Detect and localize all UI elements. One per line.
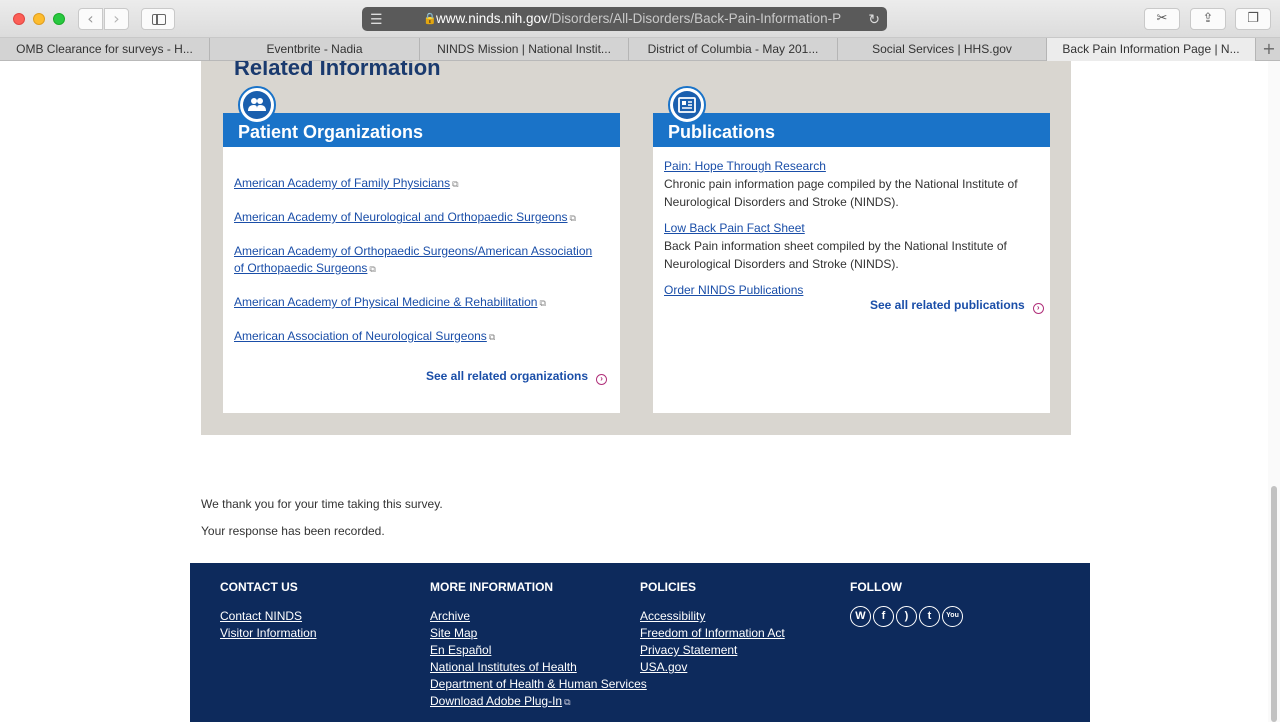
footer-link-usa-gov[interactable]: USA.gov	[640, 659, 785, 676]
external-link-icon: ⧉	[564, 697, 571, 707]
scrollbar-thumb[interactable]	[1271, 486, 1277, 722]
footer-policies-column: POLICIES Accessibility Freedom of Inform…	[640, 580, 785, 676]
footer-link-contact-ninds[interactable]: Contact NINDS	[220, 608, 317, 625]
site-footer: CONTACT US Contact NINDS Visitor Informa…	[190, 563, 1090, 722]
see-all-publications-link[interactable]: See all related publications ›	[870, 298, 1044, 314]
social-icons: W f ) t You	[850, 606, 963, 627]
external-link-icon: ⧉	[452, 179, 459, 189]
footer-link-accessibility[interactable]: Accessibility	[640, 608, 785, 625]
footer-link-en-espanol[interactable]: En Español	[430, 642, 647, 659]
survey-thanks-text: We thank you for your time taking this s…	[201, 497, 443, 511]
newspaper-icon	[668, 86, 706, 124]
tab-bar: OMB Clearance for surveys - H... Eventbr…	[0, 38, 1280, 61]
url-text: www.ninds.nih.gov/Disorders/All-Disorder…	[436, 7, 846, 31]
people-icon	[238, 86, 276, 124]
url-domain: www.ninds.nih.gov	[436, 11, 548, 26]
footer-link-site-map[interactable]: Site Map	[430, 625, 647, 642]
footer-link-nih[interactable]: National Institutes of Health	[430, 659, 647, 676]
org-link-neurological-surgeons[interactable]: American Association of Neurological Sur…	[234, 328, 604, 346]
org-link-physical-medicine[interactable]: American Academy of Physical Medicine & …	[234, 294, 604, 312]
footer-more-heading: MORE INFORMATION	[430, 580, 554, 594]
show-tabs-button[interactable]: ❐	[1235, 8, 1271, 30]
url-path: /Disorders/All-Disorders/Back-Pain-Infor…	[547, 11, 842, 26]
sidebar-toggle-button[interactable]	[141, 8, 175, 30]
publication-desc-low-back-pain: Back Pain information sheet compiled by …	[664, 239, 1007, 271]
share-button[interactable]: ⇪	[1190, 8, 1226, 30]
sidebar-icon	[152, 14, 166, 25]
footer-contact-heading: CONTACT US	[220, 580, 298, 594]
org-link-ortho-surgeons[interactable]: American Academy of Orthopaedic Surgeons…	[234, 243, 604, 278]
address-bar[interactable]: ☰ 🔒 www.ninds.nih.gov/Disorders/All-Diso…	[362, 7, 887, 31]
survey-recorded-text: Your response has been recorded.	[201, 524, 385, 538]
external-link-icon: ⧉	[369, 264, 376, 274]
scissors-icon: ✂	[1156, 11, 1168, 26]
external-link-icon: ⧉	[488, 332, 496, 342]
tabs-icon: ❐	[1247, 11, 1259, 26]
external-link-icon: ⧉	[569, 213, 576, 223]
footer-link-hhs[interactable]: Department of Health & Human Services	[430, 676, 647, 693]
tab-ninds-mission[interactable]: NINDS Mission | National Instit...	[420, 38, 629, 61]
footer-contact-column: CONTACT US Contact NINDS Visitor Informa…	[220, 580, 317, 642]
clip-button[interactable]: ✂	[1144, 8, 1180, 30]
tab-social-services[interactable]: Social Services | HHS.gov	[838, 38, 1047, 61]
see-all-organizations-link[interactable]: See all related organizations ›	[426, 369, 608, 385]
publications-title: Publications	[668, 122, 776, 142]
external-link-icon: ⧉	[539, 298, 546, 308]
arrow-right-circle-icon: ›	[596, 374, 608, 385]
footer-link-adobe-plugin[interactable]: Download Adobe Plug-In ⧉	[430, 693, 647, 711]
share-icon: ⇪	[1202, 11, 1214, 26]
browser-toolbar: ‹ › ☰ 🔒 www.ninds.nih.gov/Disorders/All-…	[0, 0, 1280, 38]
close-window-button[interactable]	[13, 13, 25, 25]
forward-button[interactable]: ›	[104, 8, 129, 30]
org-link-neuro-ortho-surgeons[interactable]: American Academy of Neurological and Ort…	[234, 209, 604, 227]
org-link-family-physicians[interactable]: American Academy of Family Physicians ⧉	[234, 175, 604, 193]
publication-link-low-back-pain[interactable]: Low Back Pain Fact Sheet	[664, 221, 805, 235]
back-button[interactable]: ‹	[78, 8, 103, 30]
tab-omb[interactable]: OMB Clearance for surveys - H...	[0, 38, 210, 61]
publications-header: Publications	[653, 113, 1050, 147]
footer-policies-heading: POLICIES	[640, 580, 697, 594]
maximize-window-button[interactable]	[53, 13, 65, 25]
new-tab-button[interactable]: +	[1258, 38, 1280, 61]
publications-card: Publications Pain: Hope Through Research…	[653, 86, 1050, 413]
arrow-right-circle-icon: ›	[1032, 303, 1044, 314]
footer-link-privacy[interactable]: Privacy Statement	[640, 642, 785, 659]
facebook-icon[interactable]: f	[873, 606, 894, 627]
footer-link-foia[interactable]: Freedom of Information Act	[640, 625, 785, 642]
footer-link-visitor-info[interactable]: Visitor Information	[220, 625, 317, 642]
footer-follow-heading: FOLLOW	[850, 580, 902, 594]
publication-desc-pain-hope: Chronic pain information page compiled b…	[664, 177, 1018, 209]
footer-follow-column: FOLLOW W f ) t You	[850, 580, 963, 627]
order-publications-link[interactable]: Order NINDS Publications	[664, 283, 803, 297]
publication-link-pain-hope[interactable]: Pain: Hope Through Research	[664, 159, 826, 173]
related-information-panel: Related Information Patient Organization…	[201, 61, 1071, 435]
tab-district-columbia[interactable]: District of Columbia - May 201...	[629, 38, 838, 61]
chevron-left-icon: ‹	[87, 9, 94, 28]
lock-icon: 🔒	[423, 13, 437, 25]
tab-eventbrite[interactable]: Eventbrite - Nadia	[210, 38, 420, 61]
youtube-icon[interactable]: You	[942, 606, 963, 627]
chevron-right-icon: ›	[113, 9, 120, 28]
tab-back-pain[interactable]: Back Pain Information Page | N...	[1047, 38, 1256, 61]
sidebar-icon-divider	[156, 14, 158, 25]
patient-organizations-header: Patient Organizations	[223, 113, 620, 147]
page-scrollbar[interactable]	[1268, 61, 1280, 722]
patient-organizations-title: Patient Organizations	[238, 122, 424, 142]
page-content: Related Information Patient Organization…	[0, 61, 1280, 722]
footer-more-column: MORE INFORMATION Archive Site Map En Esp…	[430, 580, 647, 711]
rss-icon[interactable]: )	[896, 606, 917, 627]
reader-menu-icon[interactable]: ☰	[370, 7, 383, 31]
minimize-window-button[interactable]	[33, 13, 45, 25]
twitter-icon[interactable]: t	[919, 606, 940, 627]
footer-link-archive[interactable]: Archive	[430, 608, 647, 625]
related-information-title: Related Information	[234, 61, 441, 80]
reload-icon[interactable]: ↻	[868, 7, 880, 31]
wordpress-icon[interactable]: W	[850, 606, 871, 627]
patient-organizations-card: Patient Organizations American Academy o…	[223, 86, 620, 413]
